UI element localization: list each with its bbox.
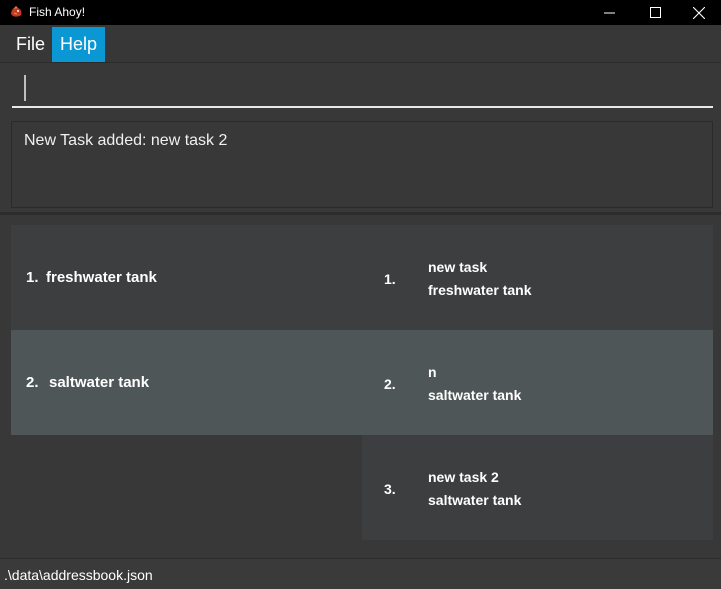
task-list-item[interactable]: 2. n saltwater tank	[362, 330, 713, 435]
close-icon	[693, 6, 705, 19]
maximize-icon	[649, 7, 661, 18]
tank-list: 1. freshwater tank 2. saltwater tank	[11, 225, 362, 435]
tank-index: 2.	[26, 374, 39, 391]
task-list: 1. new task freshwater tank 2. n saltwat…	[362, 225, 713, 540]
minimize-icon	[603, 12, 615, 14]
task-description: new task	[428, 259, 488, 275]
task-index: 2.	[384, 376, 396, 392]
menu-bar: File Help	[0, 25, 721, 63]
menu-help[interactable]: Help	[52, 27, 105, 62]
task-description: new task 2	[428, 469, 499, 485]
tank-index: 1.	[26, 269, 39, 286]
minimize-button[interactable]	[586, 0, 632, 25]
tank-name: saltwater tank	[49, 374, 150, 391]
window-title: Fish Ahoy!	[29, 5, 86, 19]
tank-list-item[interactable]: 2. saltwater tank	[11, 330, 362, 435]
title-bar[interactable]: Fish Ahoy!	[0, 0, 721, 25]
task-list-item[interactable]: 1. new task freshwater tank	[362, 225, 713, 330]
command-input[interactable]	[12, 71, 713, 108]
result-message: New Task added: new task 2	[24, 132, 228, 149]
menu-file[interactable]: File	[8, 27, 53, 62]
task-index: 1.	[384, 271, 396, 287]
command-box	[0, 63, 721, 113]
result-display[interactable]: New Task added: new task 2	[11, 121, 713, 208]
task-description: n	[428, 364, 437, 380]
fish-app-icon	[11, 6, 22, 17]
task-tank: saltwater tank	[428, 387, 522, 403]
app-window: Fish Ahoy! File Help New Task added: new	[0, 0, 721, 589]
task-list-item[interactable]: 3. new task 2 saltwater tank	[362, 435, 713, 540]
status-bar: .\data\addressbook.json	[0, 558, 721, 589]
task-index: 3.	[384, 481, 396, 497]
tank-name: freshwater tank	[46, 269, 157, 286]
data-file-path: .\data\addressbook.json	[4, 567, 153, 583]
maximize-button[interactable]	[632, 0, 678, 25]
list-panel: 1. freshwater tank 2. saltwater tank 1. …	[0, 215, 721, 558]
text-caret	[24, 75, 26, 101]
tank-list-item[interactable]: 1. freshwater tank	[11, 225, 362, 330]
task-tank: saltwater tank	[428, 492, 522, 508]
close-button[interactable]	[676, 0, 721, 25]
task-tank: freshwater tank	[428, 282, 532, 298]
